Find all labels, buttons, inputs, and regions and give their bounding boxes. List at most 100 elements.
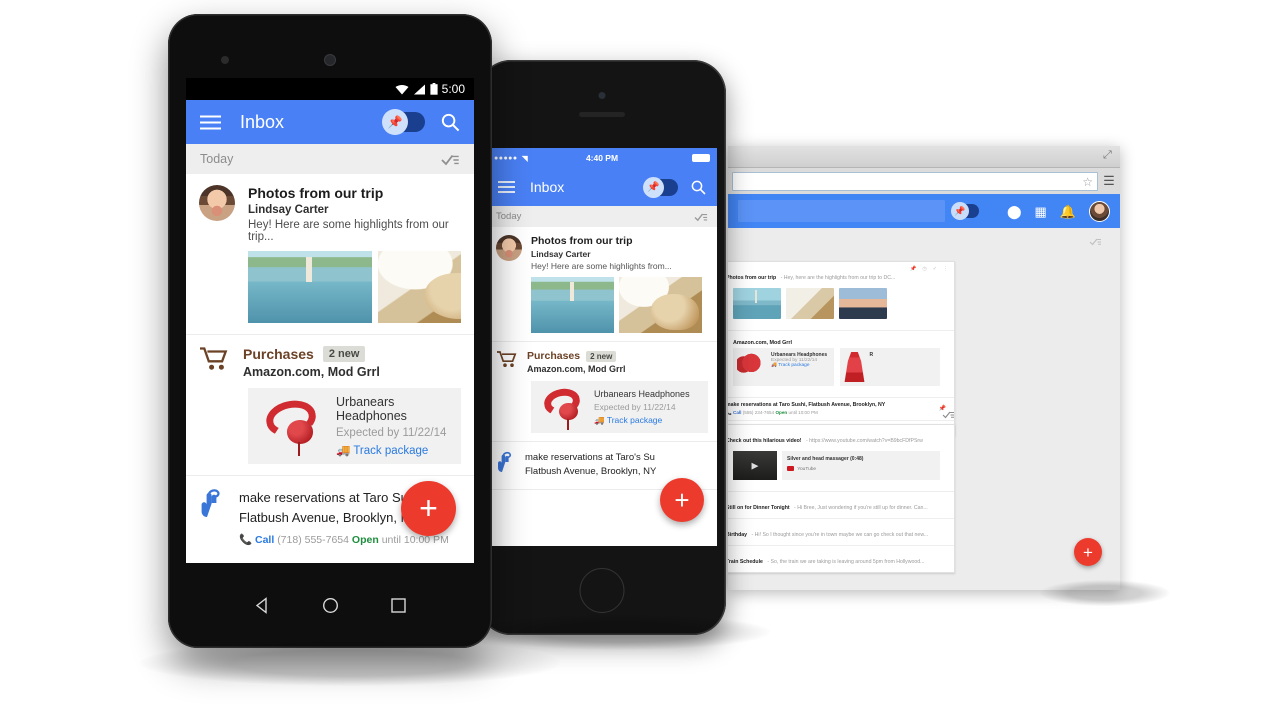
truck-icon: 🚚 (594, 414, 605, 425)
desktop-list-item[interactable]: Still on for Dinner Tonight - Hi Bree, J… (728, 492, 954, 519)
android-photos-sender: Lindsay Carter (248, 204, 329, 216)
photo-food-table[interactable] (619, 277, 702, 333)
iphone-app-bar: Inbox 📌 (487, 168, 717, 206)
sweep-done-icon[interactable] (1089, 237, 1102, 246)
desktop-photos-subject: Photos from our trip (728, 275, 777, 281)
desktop-item-subject: Birthday (728, 532, 748, 538)
browser-toolbar: ☆ ☰ (728, 168, 1120, 194)
sweep-done-icon[interactable] (441, 153, 460, 166)
avatar[interactable] (496, 235, 522, 261)
desktop-item-snippet: - So, the train we are taking is leaving… (767, 559, 925, 565)
search-icon[interactable] (691, 180, 706, 195)
desktop-list-item[interactable]: Train Schedule - So, the train we are ta… (728, 546, 954, 572)
compose-plus-icon[interactable]: + (401, 481, 456, 536)
home-circle-icon[interactable] (322, 597, 339, 614)
done-check-icon[interactable]: ✓ (933, 266, 937, 272)
android-track-package-link[interactable]: 🚚 Track package (336, 443, 451, 457)
android-call-label[interactable]: Call (255, 534, 274, 546)
expand-window-icon[interactable]: ⤢ (1103, 150, 1114, 161)
apps-grid-icon[interactable]: ▦ (1035, 205, 1047, 218)
desktop-purchase-item[interactable]: R (839, 348, 940, 386)
android-status-bar: 5:00 (186, 78, 474, 100)
iphone-item-photos[interactable]: Photos from our trip Lindsay Carter Hey!… (487, 227, 717, 342)
iphone-photo-strip (496, 277, 708, 341)
compose-plus-icon[interactable]: + (660, 478, 704, 522)
desktop-row-purchases[interactable]: Amazon.com, Mod Grrl Urbanears Headphone… (728, 331, 954, 398)
sweep-done-icon[interactable] (942, 410, 955, 419)
more-vert-icon[interactable]: ⋮ (943, 266, 948, 272)
pin-toggle-icon[interactable]: 📌 (643, 176, 678, 198)
wifi-icon (395, 84, 409, 94)
iphone-item-purchases[interactable]: Purchases 2 new Amazon.com, Mod Grrl Urb… (487, 342, 717, 442)
desktop-shadow (1040, 580, 1170, 606)
home-button[interactable] (579, 568, 625, 613)
video-thumbnail[interactable] (733, 451, 777, 480)
red-headphones-image (258, 396, 324, 457)
iphone-reservation-line2: Flatbush Avenue, Brooklyn, NY (525, 465, 657, 477)
desktop-item-snippet: - Hi! So I thought since you're in town … (751, 532, 929, 538)
hamburger-menu-icon[interactable] (200, 115, 221, 130)
recents-square-icon[interactable] (390, 597, 407, 614)
photo-washington-monument[interactable] (531, 277, 614, 333)
iphone-top-bezel (478, 60, 726, 148)
browser-menu-icon[interactable]: ☰ (1102, 173, 1116, 189)
desktop-search-input[interactable] (738, 200, 945, 222)
phone-icon: 📞 (239, 534, 253, 546)
iphone-photos-subject: Photos from our trip (531, 235, 633, 247)
desktop-list-item[interactable]: Birthday - Hi! So I thought since you're… (728, 519, 954, 546)
android-item-purchases[interactable]: Purchases 2 new Amazon.com, Mod Grrl Urb… (186, 335, 474, 476)
android-hours: until 10:00 PM (381, 534, 449, 546)
avatar[interactable] (199, 185, 235, 221)
address-bar[interactable]: ☆ (732, 171, 1098, 191)
android-photo-strip (199, 251, 461, 334)
back-triangle-icon[interactable] (254, 596, 271, 614)
pin-toggle-knob: 📌 (382, 109, 408, 135)
photo-washington-monument[interactable] (733, 288, 781, 319)
snooze-clock-icon[interactable]: ◷ (922, 266, 926, 272)
bookmark-star-icon[interactable]: ☆ (1082, 175, 1093, 189)
pin-toggle-icon[interactable]: 📌 (382, 109, 425, 135)
desktop-video-title: Silver and head massager (0:48) (787, 456, 864, 462)
shopping-cart-icon (199, 346, 230, 371)
iphone-today-label: Today (496, 211, 522, 222)
desktop-purchases-sources: Amazon.com, Mod Grrl (733, 340, 793, 346)
hamburger-menu-icon[interactable] (498, 181, 515, 193)
android-page-title: Inbox (240, 111, 285, 132)
photo-food-table[interactable] (378, 251, 461, 323)
photo-girl-window[interactable] (839, 288, 887, 319)
desktop-row-video[interactable]: Check out this hilarious video! - https:… (728, 425, 954, 492)
signal-dots-icon: ●●●●● (494, 154, 518, 162)
photo-washington-monument[interactable] (248, 251, 372, 323)
desktop-purchase-item[interactable]: Urbanears Headphones Expected by 11/22/1… (733, 348, 834, 386)
compose-plus-icon[interactable]: + (1074, 538, 1102, 566)
youtube-icon (787, 466, 794, 471)
help-balloon-icon[interactable]: ⬤ (1007, 205, 1022, 218)
sweep-done-icon[interactable] (694, 212, 708, 222)
notifications-bell-icon[interactable]: 🔔 (1060, 205, 1076, 218)
desktop-row-photos[interactable]: Photos from our trip - Hey, here are the… (728, 262, 954, 331)
android-clock: 5:00 (441, 82, 465, 96)
iphone-section-today: Today (487, 206, 717, 227)
desktop-track-link[interactable]: 🚚 Track package (771, 363, 827, 368)
iphone-clock: 4:40 PM (585, 153, 619, 163)
android-purchases-badge: 2 new (322, 346, 366, 362)
desktop-video-attachment[interactable]: Silver and head massager (0:48) YouTube (728, 447, 947, 487)
desktop-bundle-card-2[interactable]: Check out this hilarious video! - https:… (728, 424, 955, 573)
search-icon[interactable] (441, 113, 460, 132)
android-product-card[interactable]: Urbanears Headphones Expected by 11/22/1… (248, 388, 461, 464)
android-open-label: Open (351, 534, 379, 546)
android-item-photos[interactable]: Photos from our trip Lindsay Carter Hey!… (186, 174, 474, 335)
red-dress-image (844, 352, 865, 382)
android-section-today: Today (186, 144, 474, 174)
earpiece-speaker (579, 112, 625, 117)
photo-food-table[interactable] (786, 288, 834, 319)
account-avatar[interactable] (1089, 200, 1110, 222)
desktop-video-link[interactable]: - https://www.youtube.com/watch?v=B9bcFD… (806, 438, 923, 444)
pin-icon[interactable]: 📌 (910, 266, 916, 272)
pin-toggle-icon[interactable]: 📌 (951, 202, 979, 220)
android-product-expected: Expected by 11/22/14 (336, 427, 447, 439)
desktop-row-actions: 📌 ◷ ✓ ⋮ (910, 266, 948, 272)
iphone-track-package-link[interactable]: 🚚 Track package (594, 415, 690, 426)
truck-icon: 🚚 (336, 445, 351, 457)
iphone-product-card[interactable]: Urbanears Headphones Expected by 11/22/1… (531, 381, 708, 433)
